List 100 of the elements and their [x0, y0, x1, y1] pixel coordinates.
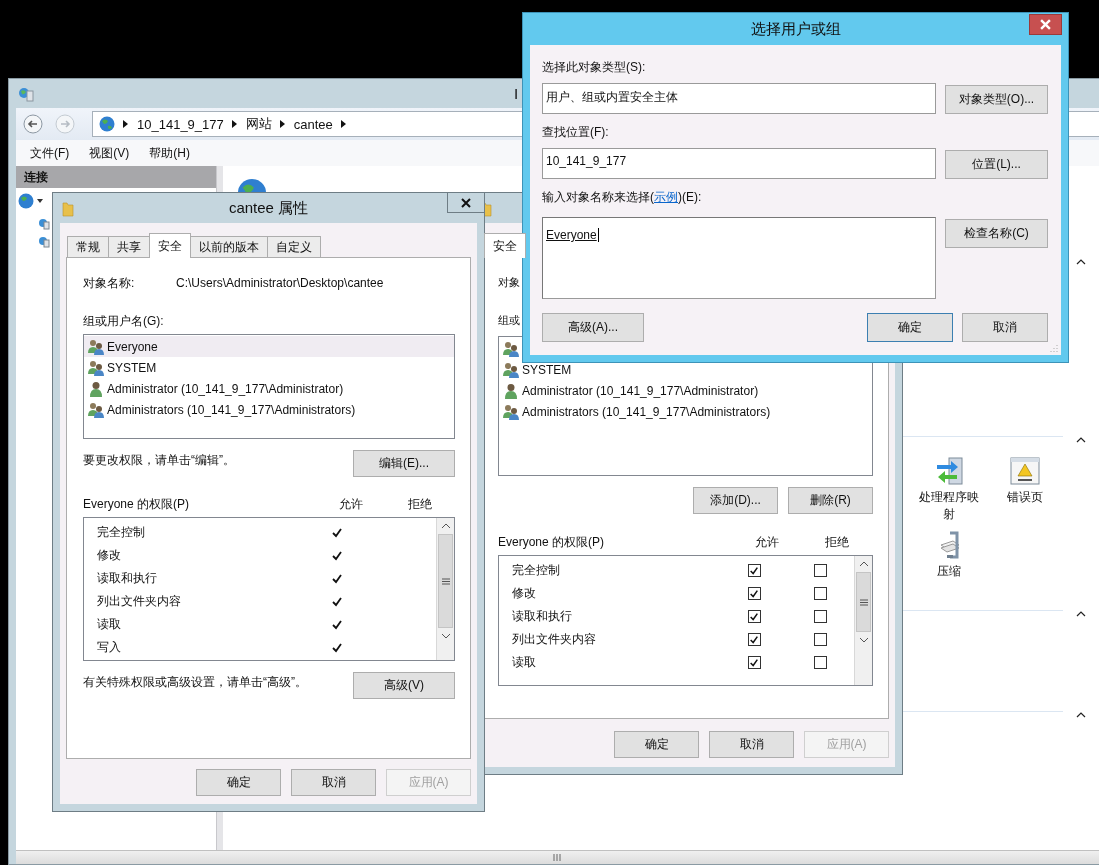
users-icon	[503, 403, 519, 420]
allow-checkbox[interactable]	[747, 633, 761, 646]
grip-icon	[859, 598, 868, 606]
close-button[interactable]	[1029, 14, 1062, 35]
allow-checkbox[interactable]	[747, 610, 761, 623]
window-title: I	[514, 85, 519, 102]
scroll-thumb[interactable]	[438, 534, 453, 628]
advanced-button[interactable]: 高级(A)...	[542, 313, 644, 342]
tab[interactable]: 安全	[149, 233, 191, 258]
scroll-up-icon[interactable]	[440, 523, 451, 529]
user-icon	[88, 380, 104, 397]
tab[interactable]: 常规	[67, 236, 109, 257]
permission-name: 读取和执行	[96, 570, 158, 587]
deny-checkbox[interactable]	[814, 564, 828, 577]
allow-checkbox[interactable]	[747, 587, 761, 600]
add-button[interactable]: 添加(D)...	[693, 487, 778, 514]
deny-checkbox[interactable]	[814, 633, 828, 646]
deny-checkbox[interactable]	[814, 587, 828, 600]
menu-item[interactable]: 视图(V)	[89, 144, 130, 162]
user-name[interactable]: Administrator (10_141_9_177\Administrator)	[522, 383, 759, 398]
ok-button[interactable]: 确定	[196, 769, 281, 796]
allow-checkbox[interactable]	[747, 564, 761, 577]
permission-name: 修改	[96, 547, 122, 564]
advanced-button[interactable]: 高级(V)	[353, 672, 455, 699]
close-button[interactable]	[447, 192, 485, 213]
feature-label[interactable]: 处理程序映射	[914, 489, 984, 523]
app-icon	[18, 85, 34, 102]
feature-label[interactable]: 压缩	[914, 563, 984, 580]
check-names-button[interactable]: 检查名称(C)	[945, 219, 1048, 248]
permission-name: 读取	[511, 654, 537, 671]
permission-name: 列出文件夹内容	[96, 593, 182, 610]
users-icon	[503, 340, 519, 357]
scroll-down-icon[interactable]	[858, 637, 869, 643]
user-name[interactable]: SYSTEM	[107, 360, 157, 375]
tab[interactable]: 以前的版本	[190, 236, 268, 257]
scroll-thumb[interactable]	[856, 572, 871, 632]
user-name[interactable]: Administrators (10_141_9_177\Administrators)	[107, 402, 356, 417]
permission-name: 列出文件夹内容	[511, 631, 597, 648]
object-names-field[interactable]: Everyone	[542, 217, 936, 299]
permission-name: 完全控制	[96, 524, 146, 541]
collapse-icon[interactable]	[1076, 437, 1086, 443]
cancel-button[interactable]: 取消	[962, 313, 1048, 342]
grip-icon	[441, 577, 450, 585]
vertical-scrollbar[interactable]	[854, 556, 872, 685]
user-name[interactable]: Everyone	[107, 339, 158, 354]
deny-checkbox[interactable]	[814, 656, 828, 669]
users-icon	[503, 361, 519, 378]
tab[interactable]: 自定义	[267, 236, 321, 257]
collapse-icon[interactable]	[1076, 611, 1086, 617]
globe-icon[interactable]	[18, 193, 34, 209]
breadcrumb-item[interactable]: 10_141_9_177	[137, 116, 224, 132]
user-name[interactable]: Administrators (10_141_9_177\Administrators)	[522, 404, 771, 419]
menu-item[interactable]: 帮助(H)	[149, 144, 190, 162]
allow-checkbox[interactable]	[747, 656, 761, 669]
breadcrumb-item[interactable]: 网站	[245, 115, 272, 133]
grip-icon[interactable]	[553, 854, 562, 861]
permissions-label: Everyone 的权限(P)	[498, 533, 606, 551]
resize-grip-icon[interactable]	[1050, 344, 1058, 352]
deny-checkbox[interactable]	[814, 610, 828, 623]
vertical-scrollbar[interactable]	[436, 518, 454, 660]
breadcrumb-arrow-icon[interactable]	[231, 120, 238, 128]
ok-button[interactable]: 确定	[614, 731, 699, 758]
user-name[interactable]: Administrator (10_141_9_177\Administrator)	[107, 381, 344, 396]
user-list[interactable]: Everyone SYSTEM Administrator (10_141_9_177\Administrator) Administrators (10_141_9_177\Administrators)	[83, 334, 455, 439]
ok-button[interactable]: 确定	[867, 313, 953, 342]
breadcrumb-arrow-icon[interactable]	[340, 120, 347, 128]
horizontal-scrollbar[interactable]	[16, 850, 1099, 864]
users-icon	[88, 401, 104, 418]
location-button[interactable]: 位置(L)...	[945, 150, 1048, 179]
collapse-icon[interactable]	[1076, 712, 1086, 718]
example-link[interactable]: 示例	[654, 189, 678, 204]
menu-item[interactable]: 文件(F)	[30, 144, 70, 162]
breadcrumb-arrow-icon[interactable]	[279, 120, 286, 128]
server-icon[interactable]	[38, 236, 50, 248]
column-header: 拒绝	[824, 533, 850, 551]
location-field[interactable]: 10_141_9_177	[542, 148, 936, 179]
scroll-up-icon[interactable]	[858, 561, 869, 567]
breadcrumb-arrow-icon[interactable]	[123, 120, 129, 128]
user-name[interactable]: SYSTEM	[522, 362, 572, 377]
object-path: C:\Users\Administrator\Desktop\cantee	[176, 276, 384, 290]
collapse-icon[interactable]	[1076, 259, 1086, 265]
object-types-button[interactable]: 对象类型(O)...	[945, 85, 1048, 114]
caret-icon[interactable]	[37, 199, 43, 203]
cancel-button[interactable]: 取消	[709, 731, 794, 758]
back-button[interactable]	[22, 113, 44, 135]
feature-label[interactable]: 错误页	[990, 489, 1060, 506]
tab[interactable]: 安全	[484, 233, 526, 258]
location-label: 查找位置(F):	[542, 123, 609, 141]
edit-button[interactable]: 编辑(E)...	[353, 450, 455, 477]
breadcrumb-item[interactable]: cantee	[293, 116, 333, 132]
object-types-field[interactable]: 用户、组或内置安全主体	[542, 83, 936, 114]
tab[interactable]: 共享	[108, 236, 150, 257]
scroll-down-icon[interactable]	[440, 633, 451, 639]
remove-button[interactable]: 删除(R)	[788, 487, 873, 514]
cancel-button[interactable]: 取消	[291, 769, 376, 796]
server-icon[interactable]	[38, 218, 50, 230]
permission-name: 写入	[96, 639, 122, 656]
permissions-label: Everyone 的权限(P)	[83, 495, 191, 513]
warning-page-icon[interactable]	[1009, 455, 1041, 487]
edit-hint: 要更改权限，请单击“编辑”。	[83, 452, 235, 469]
